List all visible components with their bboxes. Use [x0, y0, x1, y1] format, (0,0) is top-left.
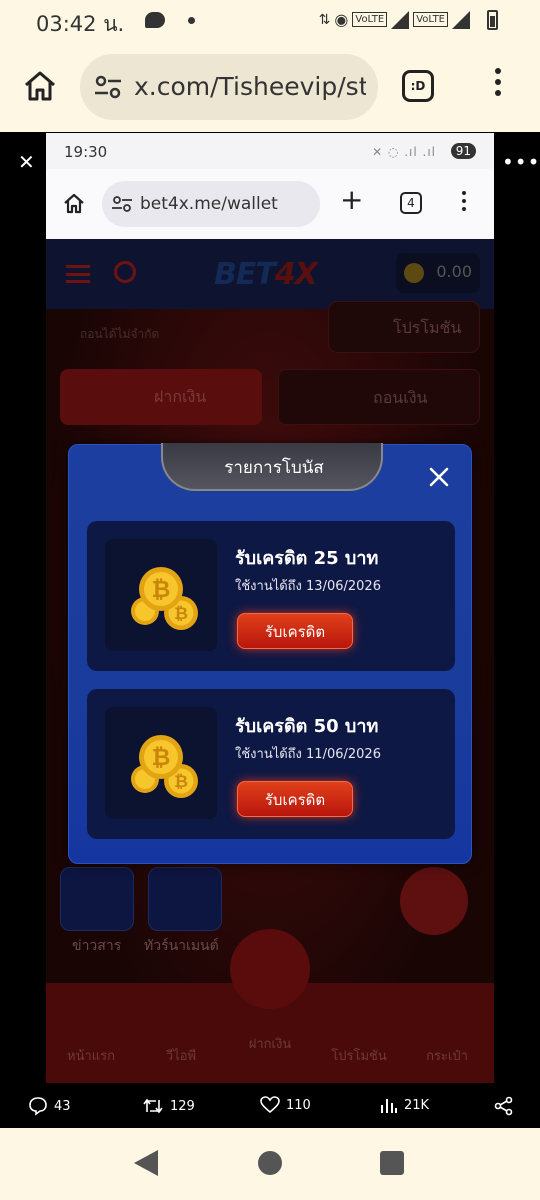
repost-action[interactable]: 129 — [142, 1096, 195, 1116]
wallet-balance: 0.00 — [396, 253, 480, 293]
wifi-icon: ◉ — [334, 10, 349, 29]
modal-title: รายการโบนัส — [224, 458, 324, 478]
deposit-button: ฝากเงิน — [60, 369, 262, 425]
data-arrows-icon: ⇅ — [318, 11, 331, 28]
repost-count: 129 — [170, 1098, 195, 1114]
inner-menu-icon — [462, 191, 466, 215]
notification-dot-icon — [188, 17, 195, 24]
more-options-icon[interactable]: ••• — [502, 150, 540, 174]
address-bar[interactable]: x.com/Tisheevip/st — [80, 54, 378, 120]
home-button-icon[interactable] — [258, 1151, 282, 1175]
battery-icon — [487, 10, 498, 30]
heart-icon — [260, 1096, 280, 1114]
withdraw-limit-text: ถอนได้ไม่จำกัด — [80, 327, 160, 341]
site-logo: BET4X — [214, 257, 318, 292]
signal-group: ⇅ ◉ VoLTE VoLTE — [319, 10, 470, 29]
home-icon[interactable] — [22, 68, 58, 104]
signal-icon-2 — [452, 10, 470, 29]
status-bar: 03:42 น. ⇅ ◉ VoLTE VoLTE — [0, 0, 540, 44]
inner-home-icon — [64, 193, 84, 214]
claim-credit-button[interactable]: รับเครดิต — [237, 613, 353, 649]
nav-home: หน้าแรก — [67, 1049, 115, 1064]
search-icon — [114, 261, 136, 283]
nav-deposit: ฝากเงิน — [248, 1037, 292, 1052]
reply-action[interactable]: 43 — [28, 1096, 71, 1116]
repost-icon — [143, 1098, 163, 1114]
more-menu-icon[interactable] — [494, 68, 502, 104]
center-deposit-icon — [230, 929, 310, 1009]
chat-support-icon — [400, 867, 468, 935]
bitcoin-coins-icon: ₿ ₿ — [105, 539, 217, 651]
views-action[interactable]: 21K — [380, 1096, 429, 1114]
close-icon[interactable]: ✕ — [18, 150, 35, 174]
svg-text:₿: ₿ — [152, 577, 171, 603]
like-action[interactable]: 110 — [260, 1096, 311, 1114]
post-actions-bar: 43 129 110 21K — [0, 1083, 540, 1128]
inner-url-text: bet4x.me/wallet — [140, 194, 278, 214]
system-nav-bar — [0, 1128, 540, 1200]
svg-text:₿: ₿ — [152, 745, 171, 771]
svg-text:₿: ₿ — [174, 772, 188, 792]
inner-status-time: 19:30 — [64, 143, 108, 161]
svg-text:₿: ₿ — [174, 604, 188, 624]
inner-site-settings-icon — [112, 196, 132, 212]
bitcoin-coins-icon: ₿ ₿ — [105, 707, 217, 819]
close-icon[interactable] — [427, 465, 451, 489]
inner-status-bar: 19:30 ✕ ◌ .ıl .ıl 91 — [46, 133, 494, 169]
inner-browser-toolbar: bet4x.me/wallet + 4 — [46, 169, 494, 239]
hamburger-icon — [66, 265, 90, 283]
tournament-tile — [148, 867, 222, 931]
claim-credit-button[interactable]: รับเครดิต — [237, 781, 353, 817]
status-time: 03:42 น. — [36, 12, 125, 36]
nav-wallet: กระเป๋า — [426, 1049, 468, 1064]
bonus-title: รับเครดิต 50 บาท — [235, 716, 379, 737]
reply-icon — [29, 1097, 47, 1116]
inner-tab-count: 4 — [400, 192, 422, 214]
tournament-label: ทัวร์นาเมนต์ — [144, 938, 219, 954]
views-chart-icon — [381, 1099, 397, 1113]
url-text: x.com/Tisheevip/st — [134, 72, 366, 101]
browser-toolbar: x.com/Tisheevip/st :D — [0, 44, 540, 132]
nav-promotion: โปรโมชัน — [331, 1049, 387, 1064]
share-action[interactable] — [494, 1096, 514, 1116]
volte-badge-2: VoLTE — [413, 12, 448, 27]
back-icon[interactable] — [134, 1150, 158, 1176]
volte-badge: VoLTE — [352, 12, 388, 27]
bonus-card: ₿ ₿ รับเครดิต 50 บาท ใช้งานได้ถึง 11/06/… — [87, 689, 455, 839]
recents-icon[interactable] — [380, 1151, 404, 1175]
message-icon — [145, 12, 165, 28]
signal-icon — [391, 10, 410, 29]
bonus-card: ₿ ₿ รับเครดิต 25 บาท ใช้งานได้ถึง 13/06/… — [87, 521, 455, 671]
modal-header-tab: รายการโบนัส — [161, 443, 383, 491]
nav-vip: วีไอพี — [165, 1049, 197, 1064]
inner-signal-icon: ✕ ◌ .ıl .ıl — [372, 145, 436, 159]
view-count: 21K — [404, 1097, 430, 1113]
tab-switcher-button[interactable]: :D — [402, 70, 434, 102]
share-icon — [494, 1096, 513, 1116]
site-settings-icon[interactable] — [94, 74, 122, 100]
new-tab-icon: + — [340, 183, 364, 216]
promo-button: โปรโมชัน — [328, 301, 480, 353]
news-label: ข่าวสาร — [72, 938, 122, 954]
reply-count: 43 — [54, 1098, 71, 1114]
like-count: 110 — [286, 1097, 311, 1113]
news-tile — [60, 867, 134, 931]
site-header: BET4X 0.00 — [46, 239, 494, 309]
bonus-expiry: ใช้งานได้ถึง 13/06/2026 — [235, 579, 381, 594]
inner-battery-badge: 91 — [450, 143, 476, 159]
withdraw-button: ถอนเงิน — [278, 369, 480, 425]
bonus-modal: รายการโบนัส ₿ ₿ รับเครดิต 25 บาท ใช้งานไ… — [68, 443, 472, 864]
bonus-expiry: ใช้งานได้ถึง 11/06/2026 — [235, 747, 381, 762]
bonus-title: รับเครดิต 25 บาท — [235, 548, 379, 569]
inner-address-bar: bet4x.me/wallet — [102, 181, 320, 227]
coin-icon — [404, 263, 424, 283]
